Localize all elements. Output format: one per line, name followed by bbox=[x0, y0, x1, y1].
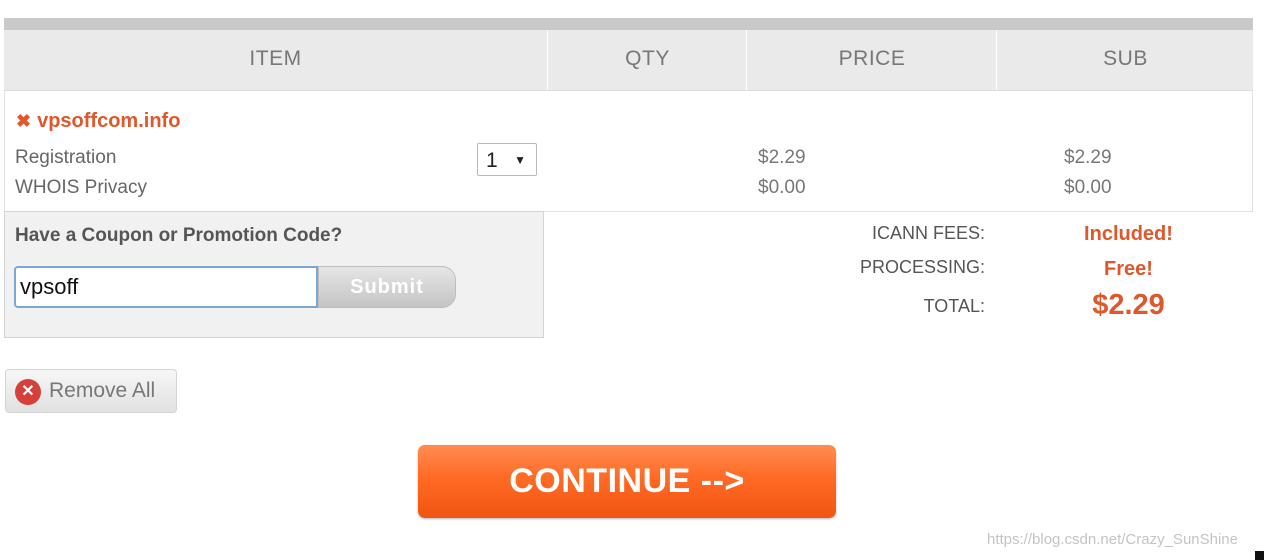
header-sub: SUB bbox=[996, 30, 1254, 90]
table-header: ITEM QTY PRICE SUB bbox=[4, 30, 1253, 91]
cart-item-row: ✖ vpsoffcom.info Registration WHOIS Priva… bbox=[4, 91, 1253, 212]
processing-value: Free! bbox=[1104, 258, 1153, 280]
price-whois: $0.00 bbox=[758, 177, 806, 198]
line-label-registration: Registration bbox=[15, 147, 117, 168]
price-registration: $2.29 bbox=[758, 147, 806, 168]
remove-circle-icon: ✕ bbox=[15, 379, 41, 405]
corner-mark bbox=[1255, 551, 1264, 560]
coupon-title: Have a Coupon or Promotion Code? bbox=[15, 225, 343, 246]
domain-item: ✖ vpsoffcom.info bbox=[16, 110, 180, 133]
coupon-submit-button[interactable]: Submit bbox=[318, 266, 456, 308]
subtotal-registration: $2.29 bbox=[1064, 147, 1112, 168]
header-price: PRICE bbox=[746, 30, 997, 90]
domain-name: vpsoffcom.info bbox=[37, 110, 181, 132]
quantity-select[interactable]: 1 ▼ bbox=[477, 143, 537, 176]
icann-fees-value: Included! bbox=[1084, 223, 1173, 245]
table-top-bar bbox=[4, 18, 1253, 30]
quantity-value: 1 bbox=[486, 149, 498, 172]
subtotal-whois: $0.00 bbox=[1064, 177, 1112, 198]
coupon-input[interactable] bbox=[14, 266, 318, 308]
x-icon[interactable]: ✖ bbox=[16, 111, 31, 131]
header-qty: QTY bbox=[547, 30, 747, 90]
processing-label: PROCESSING: bbox=[859, 257, 985, 277]
continue-button[interactable]: CONTINUE --> bbox=[418, 445, 836, 518]
remove-all-button[interactable]: ✕ Remove All bbox=[5, 369, 177, 413]
header-item: ITEM bbox=[249, 47, 302, 70]
coupon-panel: Have a Coupon or Promotion Code? Submit bbox=[4, 211, 544, 338]
line-label-whois: WHOIS Privacy bbox=[15, 177, 147, 198]
chevron-down-icon: ▼ bbox=[514, 153, 526, 167]
total-label: TOTAL: bbox=[923, 296, 985, 316]
total-value: $2.29 bbox=[1092, 289, 1165, 321]
remove-all-label: Remove All bbox=[49, 379, 156, 402]
icann-fees-label: ICANN FEES: bbox=[871, 223, 985, 243]
watermark: https://blog.csdn.net/Crazy_SunShine bbox=[987, 531, 1238, 548]
